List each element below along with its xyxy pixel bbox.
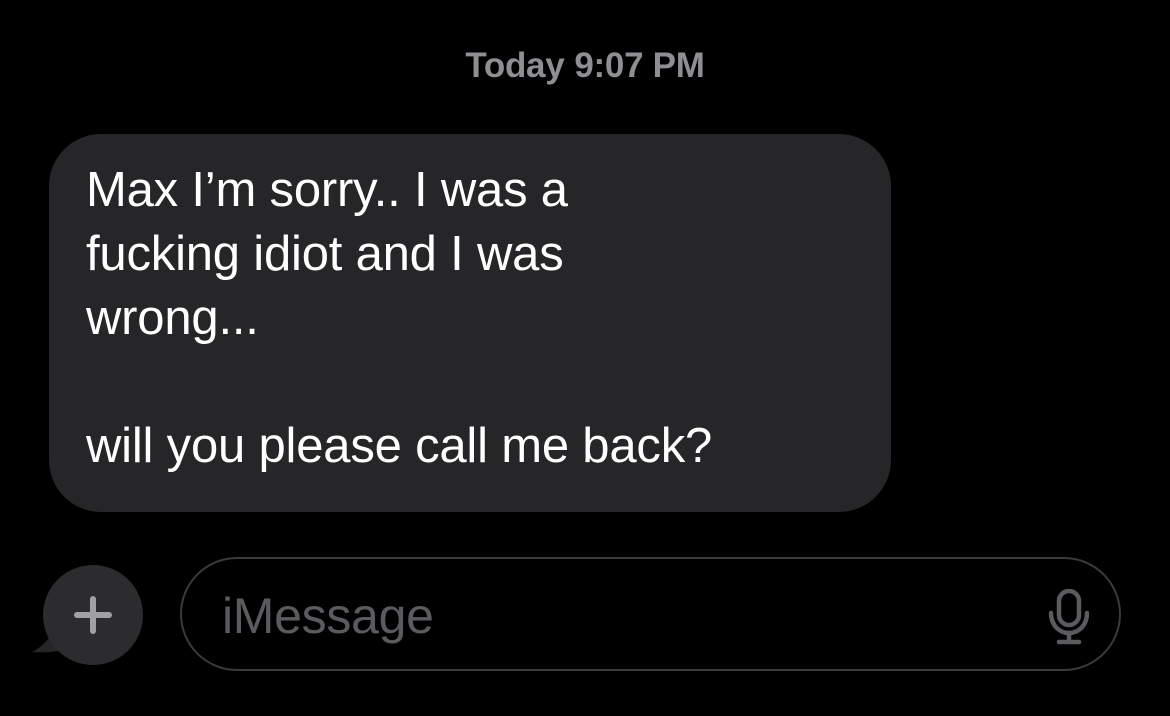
- message-bubble[interactable]: Max I’m sorry.. I was a fucking idiot an…: [49, 134, 891, 512]
- add-attachment-button[interactable]: [43, 565, 143, 665]
- message-line: fucking idiot and I was: [86, 227, 564, 281]
- message-timestamp: Today 9:07 PM: [0, 46, 1170, 86]
- microphone-icon[interactable]: [1047, 589, 1091, 645]
- imessage-input[interactable]: iMessage: [180, 557, 1121, 671]
- message-line: wrong...: [86, 291, 259, 345]
- incoming-message[interactable]: Max I’m sorry.. I was a fucking idiot an…: [32, 134, 891, 653]
- imessage-placeholder: iMessage: [222, 588, 434, 644]
- plus-icon: [74, 596, 112, 634]
- message-line: will you please call me back?: [86, 419, 713, 473]
- message-line-blank: [86, 350, 855, 414]
- message-line: Max I’m sorry.. I was a: [86, 163, 568, 217]
- timestamp-time: 9:07 PM: [574, 46, 705, 85]
- timestamp-day: Today: [465, 46, 565, 85]
